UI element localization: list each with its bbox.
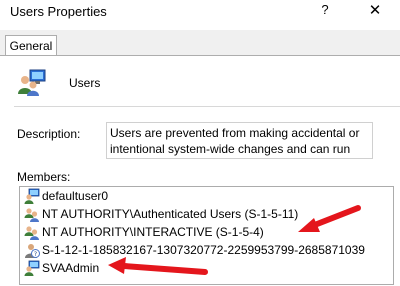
description-label: Description:: [17, 127, 81, 141]
member-item[interactable]: defaultuser0: [20, 187, 393, 205]
member-name: NT AUTHORITY\Authenticated Users (S-1-5-…: [42, 207, 299, 221]
members-label: Members:: [17, 170, 71, 184]
user-group-icon: [24, 226, 39, 240]
close-button[interactable]: ✕: [360, 1, 390, 21]
member-name: defaultuser0: [42, 189, 109, 203]
member-name: SVAAdmin: [42, 261, 100, 275]
user-icon: [24, 260, 40, 276]
member-name: NT AUTHORITY\INTERACTIVE (S-1-5-4): [42, 225, 264, 239]
title-bar: Users Properties ? ✕: [0, 0, 400, 24]
member-item[interactable]: ? S-1-12-1-185832167-1307320772-22599537…: [20, 241, 393, 259]
user-group-icon: [24, 208, 39, 222]
user-icon: [24, 188, 40, 204]
unknown-account-icon: ?: [25, 244, 40, 258]
user-group-icon: [18, 69, 46, 96]
help-button[interactable]: ?: [318, 2, 332, 20]
member-item[interactable]: SVAAdmin: [20, 259, 393, 277]
separator: [14, 106, 400, 107]
member-item[interactable]: NT AUTHORITY\INTERACTIVE (S-1-5-4): [20, 223, 393, 241]
window-title: Users Properties: [10, 4, 107, 19]
group-name: Users: [69, 76, 101, 90]
members-list[interactable]: defaultuser0 NT AUTHORITY\Authenticated …: [19, 186, 394, 285]
member-item[interactable]: NT AUTHORITY\Authenticated Users (S-1-5-…: [20, 205, 393, 223]
member-name: S-1-12-1-185832167-1307320772-2259953799…: [42, 243, 365, 257]
tab-general[interactable]: General: [5, 35, 57, 56]
svg-text:?: ?: [34, 251, 37, 258]
tab-strip: [0, 30, 400, 58]
description-field[interactable]: Users are prevented from making accident…: [106, 122, 373, 159]
